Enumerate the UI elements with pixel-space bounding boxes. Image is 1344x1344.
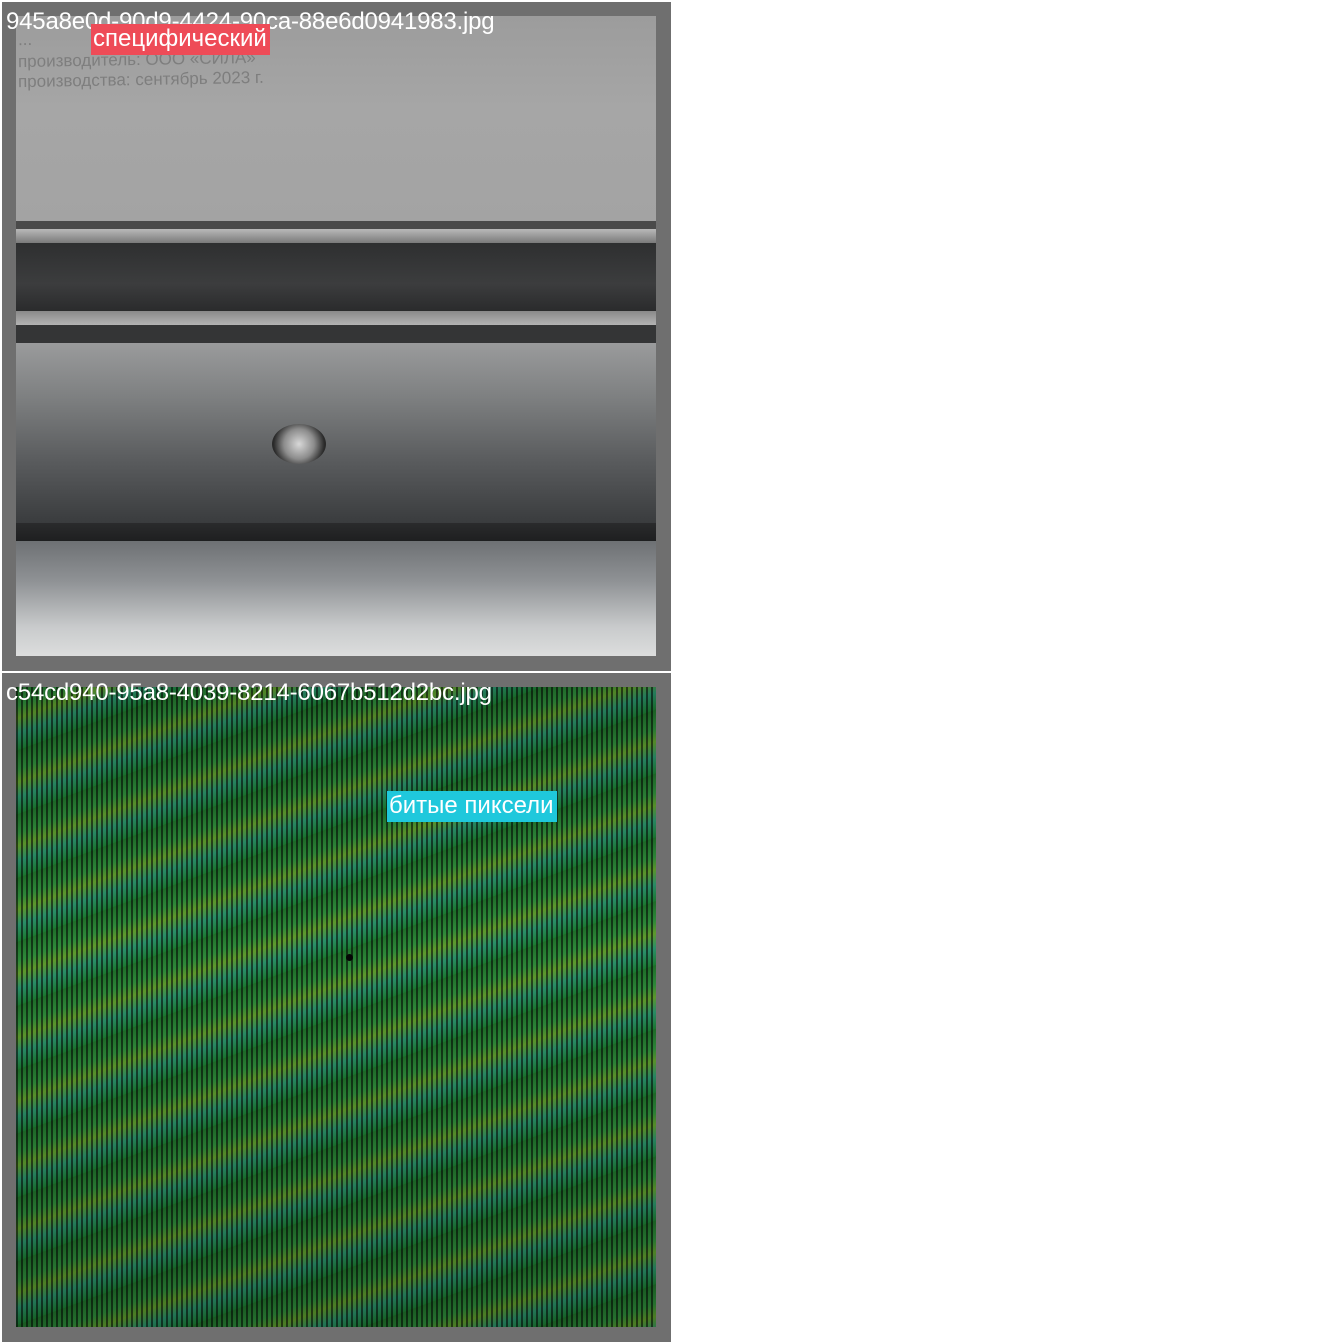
pixel-shade	[16, 687, 656, 1327]
category-tag[interactable]: специфический	[91, 24, 270, 55]
screw-icon	[272, 424, 326, 464]
laptop-rail-shadow	[16, 325, 656, 343]
dead-pixel-dot	[346, 954, 353, 961]
laptop-edge-highlight	[16, 229, 656, 243]
laptop-photo: ... производитель: ООО «СИЛА» производст…	[16, 16, 656, 656]
photo-text-line-3: производства: сентябрь 2023 г.	[17, 67, 264, 92]
laptop-lip	[16, 523, 656, 541]
image-tile-1[interactable]: ... производитель: ООО «СИЛА» производст…	[2, 2, 671, 671]
table-surface	[16, 541, 656, 656]
display-pixels-photo	[16, 687, 656, 1327]
laptop-bottom-cover	[16, 343, 656, 523]
category-tag[interactable]: битые пиксели	[387, 791, 557, 822]
filename-label: c54cd940-95a8-4039-8214-6067b512d2bc.jpg	[6, 679, 492, 706]
laptop-rail	[16, 311, 656, 325]
laptop-edge	[16, 221, 656, 229]
laptop-vent	[16, 243, 656, 311]
image-tile-2[interactable]: c54cd940-95a8-4039-8214-6067b512d2bc.jpg…	[2, 673, 671, 1342]
